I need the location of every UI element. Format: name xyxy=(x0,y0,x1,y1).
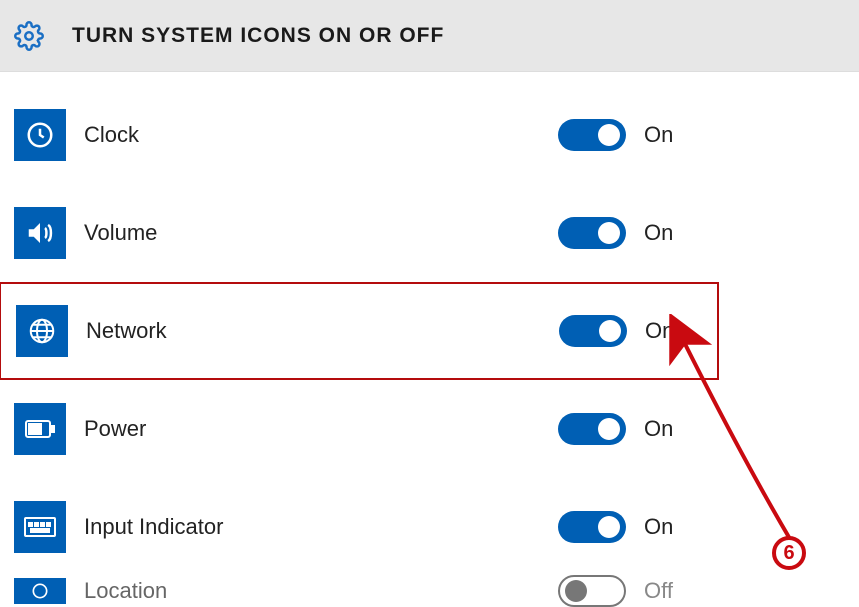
row-location: Location Off xyxy=(0,576,859,606)
row-label: Power xyxy=(84,416,146,442)
step-number: 6 xyxy=(783,542,794,565)
icon-list: Clock On Volume On Network On Power xyxy=(0,72,859,606)
toggle-power[interactable] xyxy=(558,413,626,445)
row-label: Volume xyxy=(84,220,157,246)
row-input-indicator: Input Indicator On xyxy=(0,478,859,576)
toggle-state: Off xyxy=(644,578,673,604)
location-icon xyxy=(14,578,66,604)
toggle-input-indicator[interactable] xyxy=(558,511,626,543)
input-indicator-icon xyxy=(14,501,66,553)
toggle-clock[interactable] xyxy=(558,119,626,151)
toggle-state: On xyxy=(644,416,673,442)
toggle-state: On xyxy=(644,122,673,148)
row-network: Network On xyxy=(0,282,719,380)
gear-icon xyxy=(14,21,44,51)
network-icon xyxy=(16,305,68,357)
toggle-network[interactable] xyxy=(559,315,627,347)
step-badge: 6 xyxy=(772,536,806,570)
toggle-state: On xyxy=(644,514,673,540)
row-label: Input Indicator xyxy=(84,514,223,540)
toggle-volume[interactable] xyxy=(558,217,626,249)
page-header: TURN SYSTEM ICONS ON OR OFF xyxy=(0,0,859,72)
row-power: Power On xyxy=(0,380,859,478)
toggle-location[interactable] xyxy=(558,575,626,607)
row-label: Clock xyxy=(84,122,139,148)
row-label: Network xyxy=(86,318,167,344)
toggle-state: On xyxy=(644,220,673,246)
clock-icon xyxy=(14,109,66,161)
toggle-state: On xyxy=(645,318,674,344)
row-label: Location xyxy=(84,578,167,604)
power-icon xyxy=(14,403,66,455)
volume-icon xyxy=(14,207,66,259)
row-volume: Volume On xyxy=(0,184,859,282)
row-clock: Clock On xyxy=(0,86,859,184)
page-title: TURN SYSTEM ICONS ON OR OFF xyxy=(72,24,444,48)
